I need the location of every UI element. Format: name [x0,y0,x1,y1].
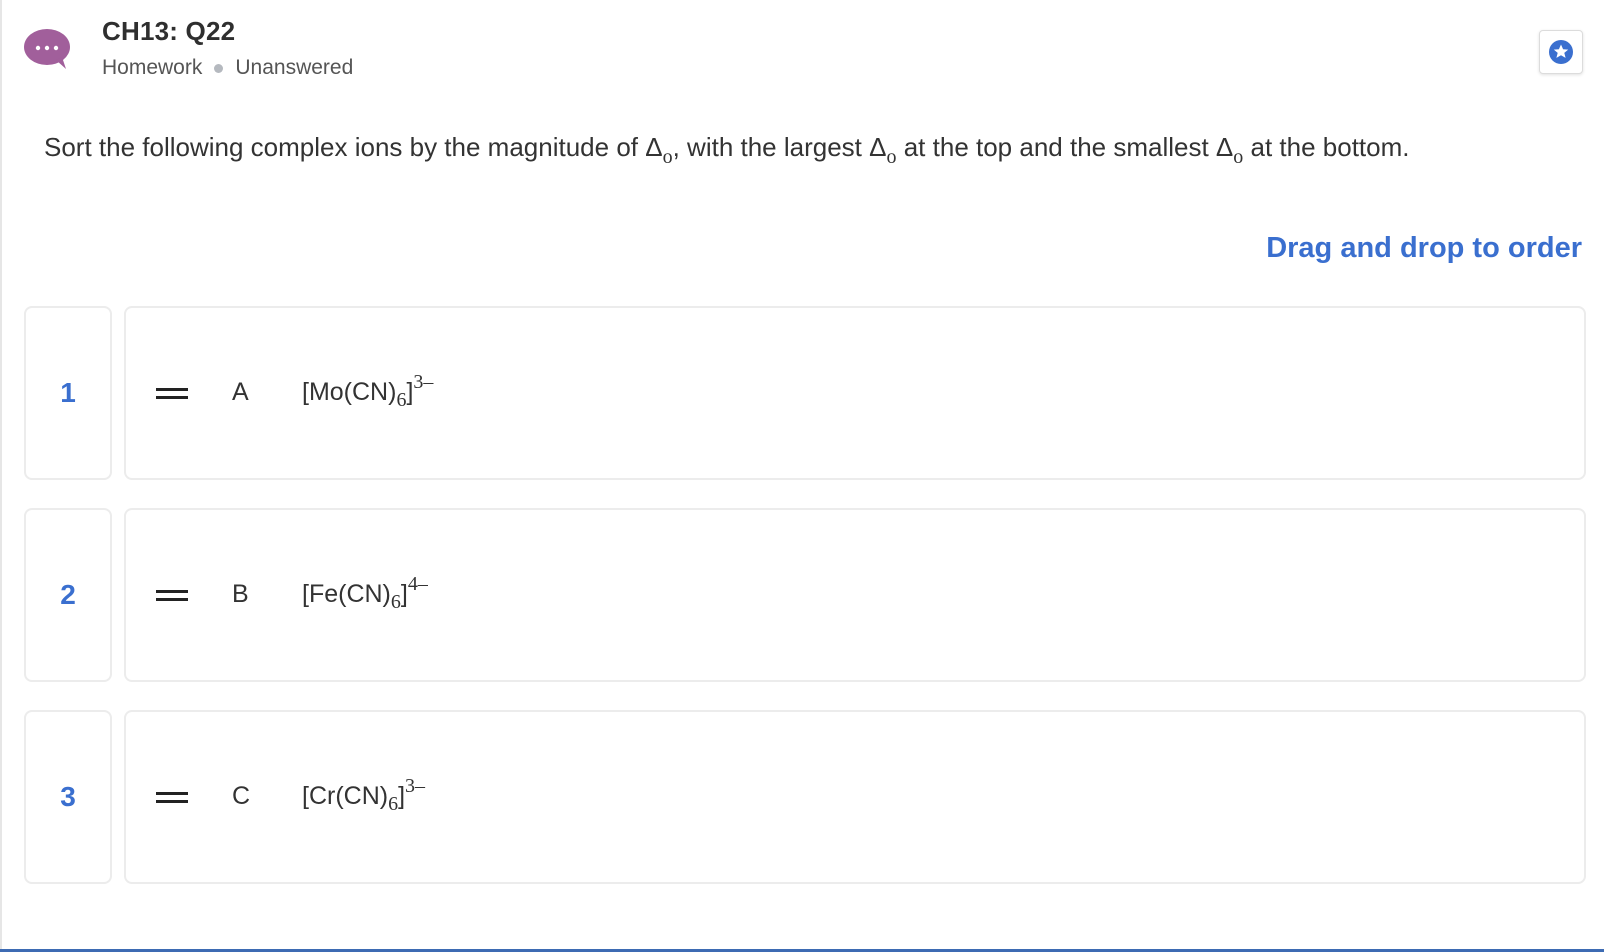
item-letter: A [232,378,249,406]
delta-subscript: o [1233,146,1244,168]
prompt-text-3: at the top and the smallest Δ [896,132,1234,162]
order-row: 1 A [Mo(CN)6]3– [24,306,1586,480]
rank-number: 3 [24,710,112,884]
prompt-text-2: , with the largest Δ [672,132,887,162]
question-panel: CH13: Q22 Homework Unanswered Sort the f… [0,0,1602,950]
prompt-text-4: at the bottom. [1243,132,1410,162]
order-row: 3 C [Cr(CN)6]3– [24,710,1586,884]
drag-handle-icon[interactable] [156,388,188,402]
formula-charge: 3– [413,371,434,393]
formula-charge: 3– [405,775,426,797]
question-status: Unanswered [235,56,354,79]
drag-instruction: Drag and drop to order [1266,232,1582,264]
star-badge-icon [1549,40,1573,64]
formula-charge: 4– [407,573,428,595]
drag-handle-icon[interactable] [156,590,188,604]
rank-number: 2 [24,508,112,682]
formula-base: [Mo(CN) [302,378,397,406]
formula-subscript: 6 [390,591,401,613]
question-meta: Homework Unanswered [102,56,353,80]
item-letter: C [232,782,251,810]
item-formula: [Mo(CN)6]3– [302,372,433,410]
question-title: CH13: Q22 [102,16,236,46]
delta-subscript: o [662,146,673,168]
item-letter: B [232,580,249,608]
formula-base: [Cr(CN) [302,782,389,810]
order-row: 2 B [Fe(CN)6]4– [24,508,1586,682]
chat-bubble-ellipsis-icon [24,28,72,69]
item-formula: [Fe(CN)6]4– [302,574,428,612]
item-formula: [Cr(CN)6]3– [302,776,425,814]
formula-bracket: ] [398,782,406,810]
separator-dot [214,63,224,73]
draggable-item[interactable]: A [Mo(CN)6]3– [124,306,1586,480]
question-category: Homework [102,56,203,79]
rank-number: 1 [24,306,112,480]
draggable-item[interactable]: C [Cr(CN)6]3– [124,710,1586,884]
formula-subscript: 6 [396,389,407,411]
delta-subscript: o [886,146,897,168]
draggable-item[interactable]: B [Fe(CN)6]4– [124,508,1586,682]
formula-bracket: ] [400,580,408,608]
formula-subscript: 6 [388,793,399,815]
formula-base: [Fe(CN) [302,580,391,608]
question-prompt: Sort the following complex ions by the m… [44,132,1410,167]
prompt-text-1: Sort the following complex ions by the m… [44,132,663,162]
drag-handle-icon[interactable] [156,792,188,806]
favorite-button[interactable] [1539,30,1583,74]
